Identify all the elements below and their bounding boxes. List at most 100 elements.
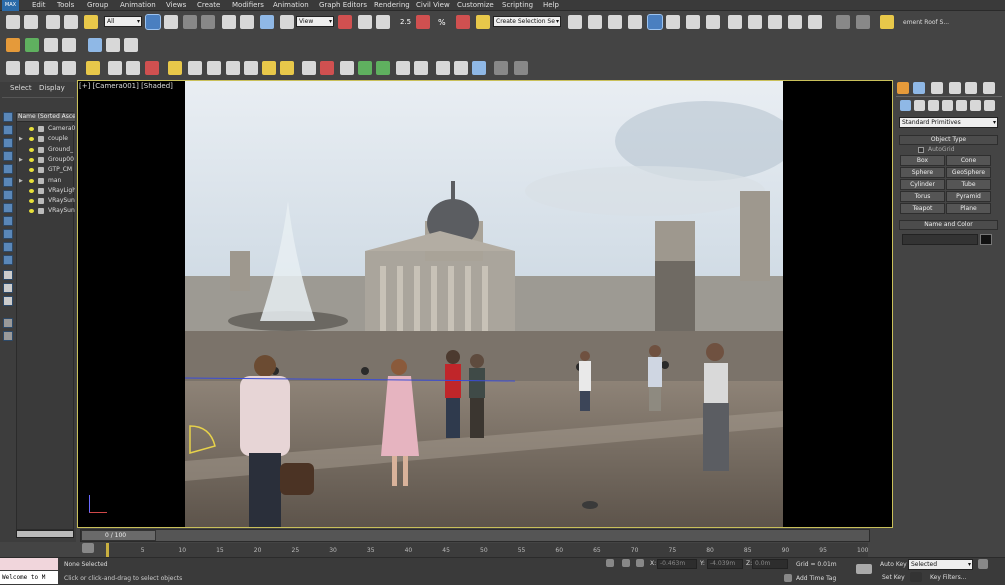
time-tag-icon[interactable] <box>784 574 792 582</box>
object-color-swatch[interactable] <box>980 234 992 245</box>
vray-clipper-icon[interactable] <box>396 61 410 75</box>
menu-views[interactable]: Views <box>166 1 186 10</box>
vray-fur-icon[interactable] <box>302 61 316 75</box>
align-icon[interactable] <box>588 15 602 29</box>
toggle-ribbon-icon[interactable] <box>647 14 663 30</box>
object-name-field[interactable] <box>902 234 978 245</box>
mirror-icon[interactable] <box>568 15 582 29</box>
percent-snap-label[interactable]: % <box>438 18 446 27</box>
unlink-icon[interactable] <box>64 15 78 29</box>
filter-spacewarps-icon[interactable] <box>3 177 13 187</box>
time-slider[interactable]: 0 / 100 <box>80 529 870 542</box>
spinner-snap-icon[interactable] <box>456 15 470 29</box>
create-cone-button[interactable]: Cone <box>946 155 991 166</box>
menu-civil-view[interactable]: Civil View <box>416 1 450 10</box>
scene-row-8[interactable]: VRaySun <box>17 206 75 216</box>
vray-sky-icon[interactable] <box>280 61 294 75</box>
auto-key-button[interactable]: Auto Key <box>880 561 907 568</box>
help-icon[interactable] <box>514 61 528 75</box>
place-icon[interactable] <box>280 15 294 29</box>
maxscript-listener[interactable] <box>0 558 58 570</box>
display-all-icon[interactable] <box>3 270 13 280</box>
menu-rendering[interactable]: Rendering <box>374 1 410 10</box>
scene-row-6[interactable]: VRayLigh <box>17 186 75 196</box>
vray-table-icon[interactable] <box>44 61 58 75</box>
spacewarps-category-icon[interactable] <box>970 100 981 111</box>
reference-coordinate-dropdown[interactable]: View <box>296 16 334 27</box>
vray-lister-icon[interactable] <box>472 61 486 75</box>
render-iterative-icon[interactable] <box>788 15 802 29</box>
object-type-rollout-header[interactable]: Object Type <box>899 135 998 145</box>
filter-shapes-icon[interactable] <box>3 125 13 135</box>
window-crossing-icon[interactable] <box>201 15 215 29</box>
rotate-icon[interactable] <box>240 15 254 29</box>
menu-create[interactable]: Create <box>197 1 220 10</box>
visibility-bulb-icon[interactable] <box>29 137 34 142</box>
schematic-view-icon[interactable] <box>686 15 700 29</box>
link-icon[interactable] <box>46 15 60 29</box>
motion-tab-icon[interactable] <box>949 82 961 94</box>
scene-row-1[interactable]: ▶ couple <box>17 134 75 144</box>
angle-snap-icon[interactable] <box>416 15 430 29</box>
scale-icon[interactable] <box>260 15 274 29</box>
expand-arrow-icon[interactable]: ▶ <box>19 155 23 165</box>
vray-ies-light-icon[interactable] <box>207 61 221 75</box>
menu-modifiers[interactable]: Modifiers <box>232 1 264 10</box>
scene-row-0[interactable]: Camera0 <box>17 124 75 134</box>
key-filters-button[interactable]: Key Filters... <box>930 574 967 581</box>
vray-env-fog-icon[interactable] <box>414 61 428 75</box>
move-icon[interactable] <box>222 15 236 29</box>
snaps-toggle-label[interactable]: 2.5 <box>400 18 411 26</box>
x-coordinate-field[interactable]: -0.463m <box>657 559 697 569</box>
primitive-type-dropdown[interactable]: Standard Primitives <box>899 117 998 128</box>
filter-groups-icon[interactable] <box>3 190 13 200</box>
tab-display[interactable]: Display <box>39 84 65 92</box>
menu-tools[interactable]: Tools <box>57 1 74 10</box>
menu-customize[interactable]: Customize <box>457 1 494 10</box>
z-coordinate-field[interactable]: 0.0m <box>752 559 788 569</box>
vray-plane-light-icon[interactable] <box>168 61 182 75</box>
rectangular-selection-icon[interactable] <box>183 15 197 29</box>
menu-edit[interactable]: Edit <box>32 1 46 10</box>
vray-light-icon[interactable] <box>86 61 100 75</box>
redo-icon[interactable] <box>24 15 38 29</box>
visibility-bulb-icon[interactable] <box>29 127 34 131</box>
select-by-name-icon[interactable] <box>164 15 178 29</box>
create-pyramid-button[interactable]: Pyramid <box>946 191 991 202</box>
vray-ball-icon[interactable] <box>436 61 450 75</box>
pivot-center-icon[interactable] <box>338 15 352 29</box>
edit-named-selection-icon[interactable] <box>476 15 490 29</box>
light-lister-icon[interactable] <box>880 15 894 29</box>
vray-dome-icon[interactable] <box>145 61 159 75</box>
render-production-icon[interactable] <box>768 15 782 29</box>
grid-icon[interactable] <box>62 38 76 52</box>
menu-help[interactable]: Help <box>543 1 559 10</box>
invert-display-icon[interactable] <box>3 296 13 306</box>
tools-icon[interactable] <box>44 38 58 52</box>
hierarchy-tab-icon[interactable] <box>931 82 943 94</box>
vray-camera-icon[interactable] <box>108 61 122 75</box>
rc-icon[interactable] <box>88 38 102 52</box>
visibility-bulb-icon[interactable] <box>29 188 34 193</box>
select-object-icon[interactable] <box>145 14 161 30</box>
filter-geometry-icon[interactable] <box>3 112 13 122</box>
vray-mesh-light-icon[interactable] <box>226 61 240 75</box>
vray-file-icon[interactable] <box>494 61 508 75</box>
vray-sphere-light-icon[interactable] <box>188 61 202 75</box>
menu-animation[interactable]: Animation <box>273 1 309 10</box>
bind-space-warp-icon[interactable] <box>84 15 98 29</box>
expand-arrow-icon[interactable]: ▶ <box>19 134 23 144</box>
render-setup-icon[interactable] <box>728 15 742 29</box>
create-sphere-button[interactable]: Sphere <box>900 167 945 178</box>
filter-lights-icon[interactable] <box>3 138 13 148</box>
filter-containers-icon[interactable] <box>3 229 13 239</box>
material-editor-icon[interactable] <box>706 15 720 29</box>
autogrid-checkbox[interactable] <box>918 147 924 153</box>
vray-frame-buffer-icon[interactable] <box>25 61 39 75</box>
add-time-tag[interactable]: Add Time Tag <box>796 575 836 582</box>
sync-selection-icon[interactable] <box>3 331 13 341</box>
visibility-bulb-icon[interactable] <box>29 178 34 183</box>
lights-category-icon[interactable] <box>928 100 939 111</box>
isolate-selection-icon[interactable] <box>606 559 614 567</box>
visibility-bulb-icon[interactable] <box>29 199 34 204</box>
